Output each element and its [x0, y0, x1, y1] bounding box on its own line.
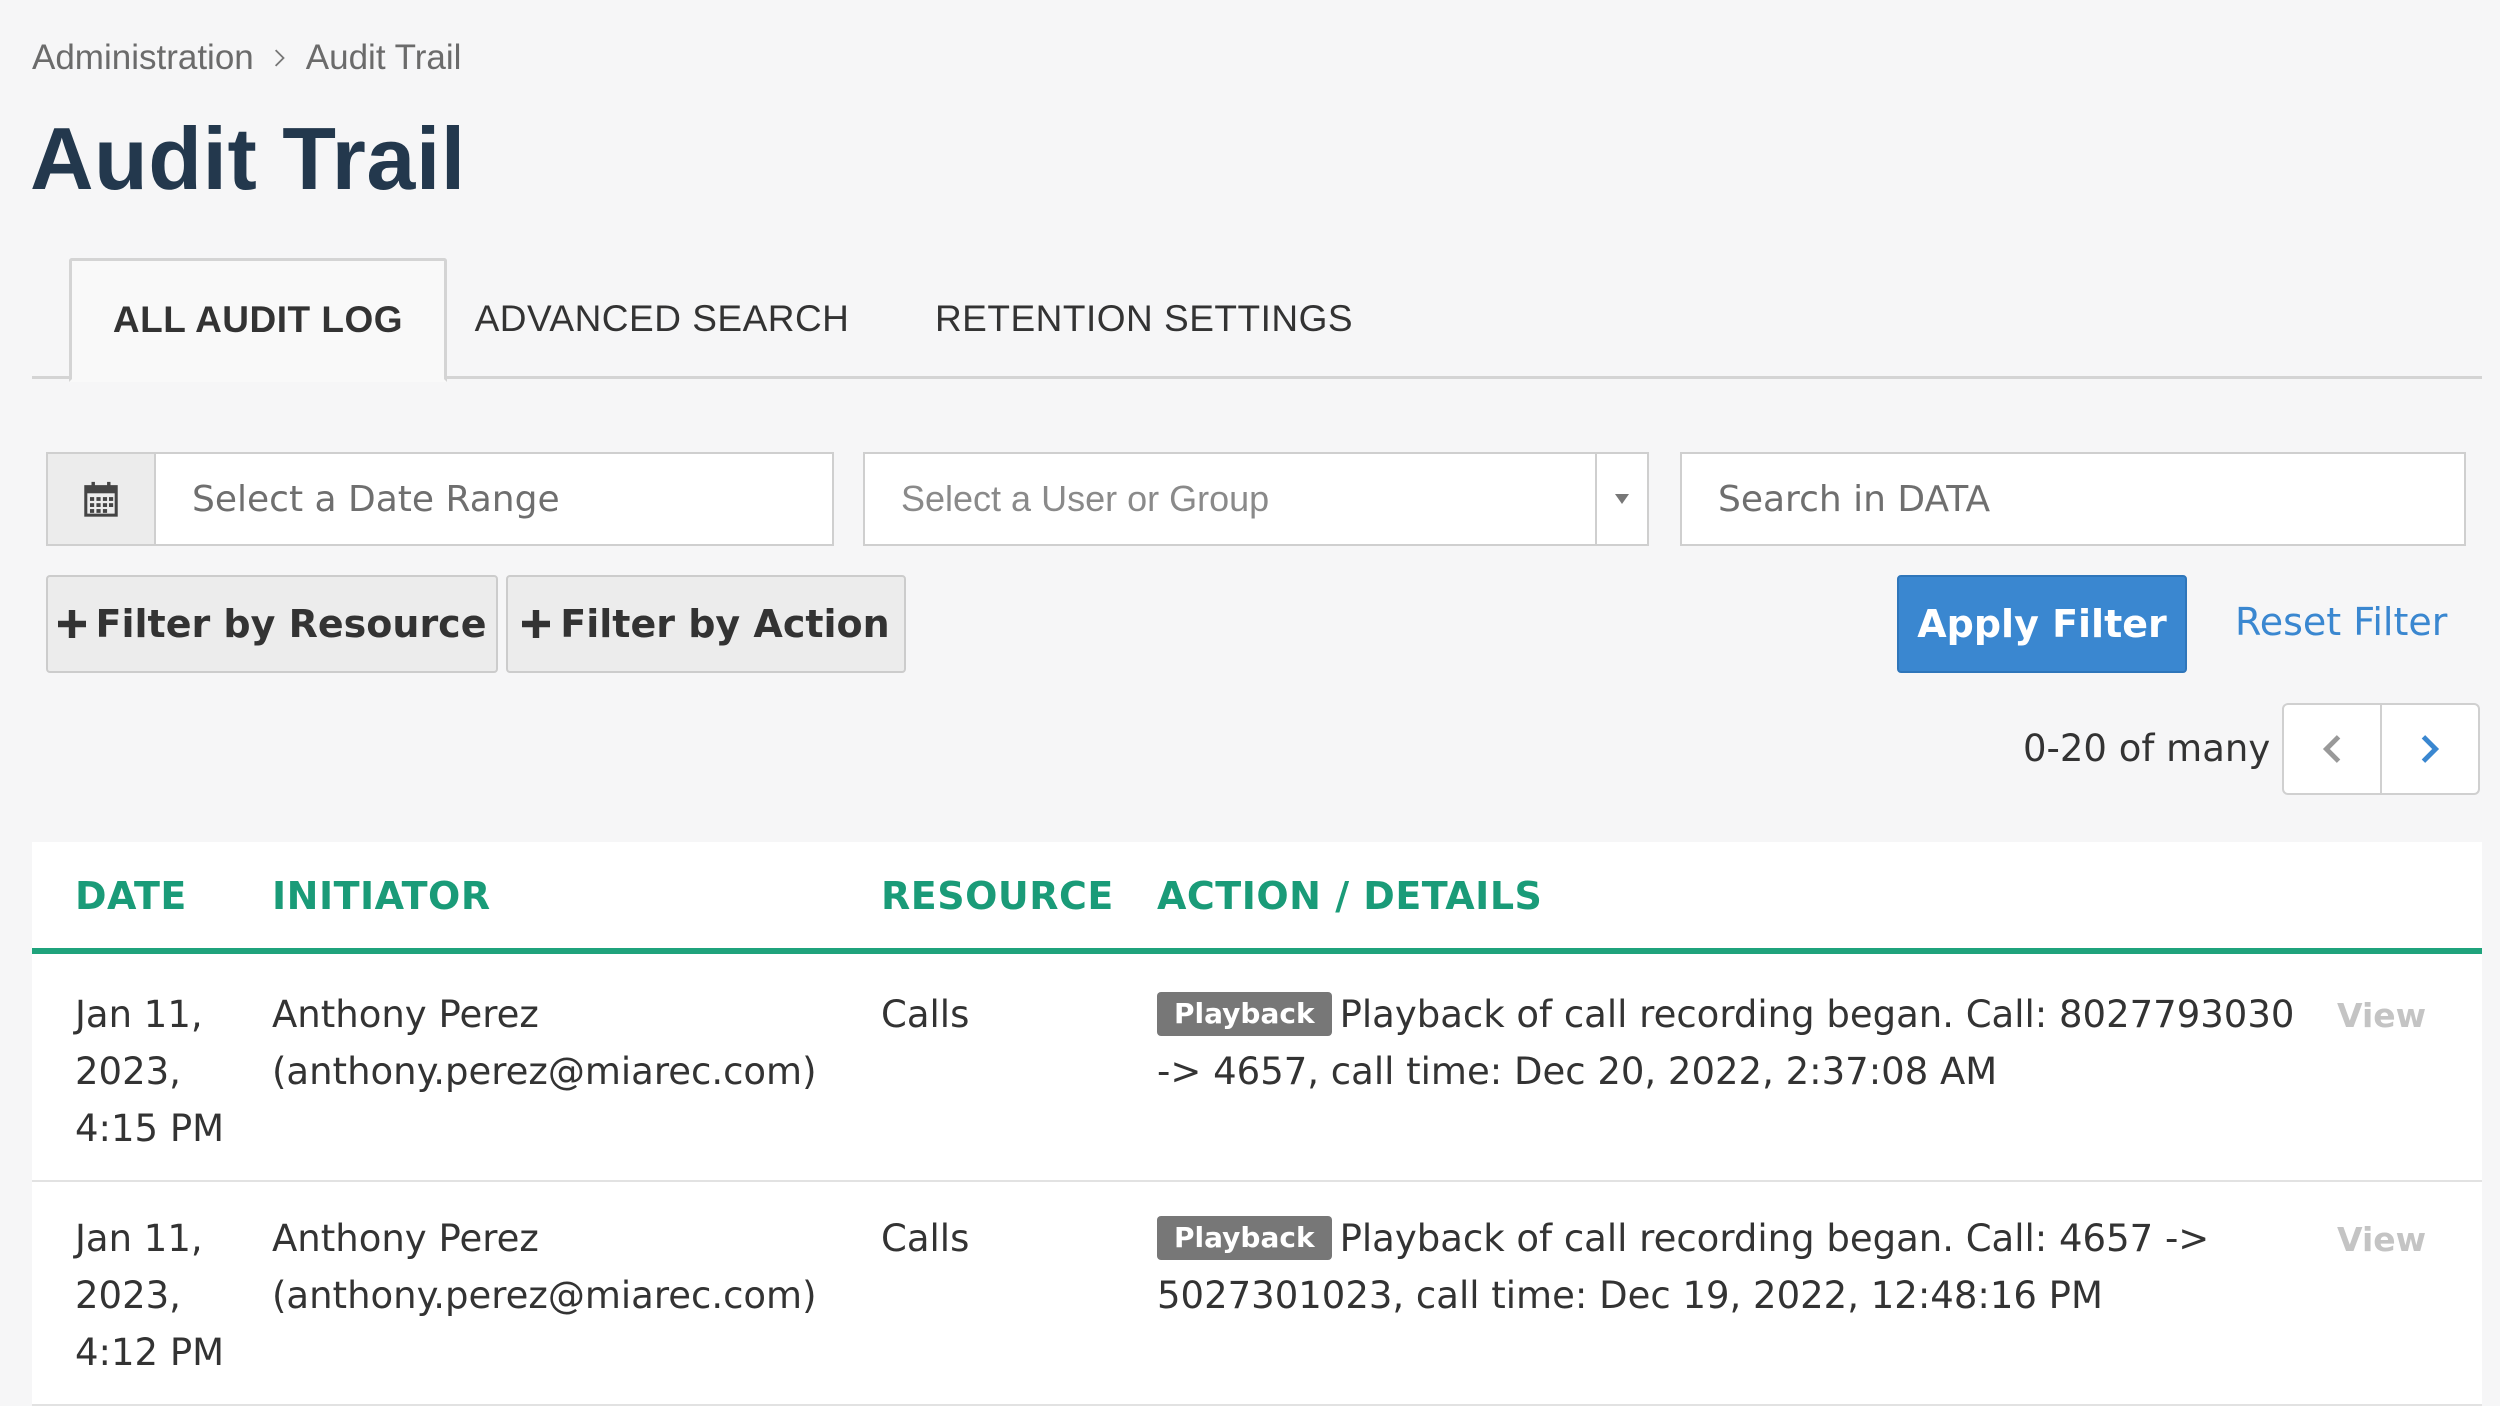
chevron-right-icon	[2421, 735, 2440, 763]
column-header-initiator[interactable]: INITIATOR	[272, 874, 491, 918]
page-title: Audit Trail	[30, 109, 466, 208]
action-badge: Playback	[1157, 1216, 1332, 1260]
chevron-right-icon	[274, 49, 285, 67]
user-group-placeholder: Select a User or Group	[901, 478, 1270, 519]
plus-icon	[57, 610, 86, 638]
view-link[interactable]: View	[2337, 1220, 2426, 1259]
date-range-input[interactable]	[156, 454, 832, 544]
row-resource: Calls	[881, 1217, 970, 1260]
next-page-button[interactable]	[2380, 705, 2478, 793]
tab-advanced-search[interactable]: ADVANCED SEARCH	[472, 258, 852, 379]
previous-page-button[interactable]	[2284, 705, 2380, 793]
row-resource: Calls	[881, 993, 970, 1036]
row-date: Jan 11, 2023, 4:12 PM	[75, 1217, 225, 1374]
filter-by-resource-button[interactable]: Filter by Resource	[46, 575, 498, 673]
table-row: Jan 11, 2023, 4:12 PM Anthony Perez (ant…	[32, 1184, 2482, 1406]
plus-icon	[522, 610, 551, 638]
row-initiator: Anthony Perez (anthony.perez@miarec.com)	[272, 993, 817, 1093]
row-date: Jan 11, 2023, 4:15 PM	[75, 993, 225, 1150]
pagination-controls	[2282, 703, 2480, 795]
reset-filter-link[interactable]: Reset Filter	[2235, 600, 2447, 644]
filter-by-resource-label: Filter by Resource	[95, 602, 487, 646]
view-link[interactable]: View	[2337, 996, 2426, 1035]
column-header-date[interactable]: DATE	[75, 874, 187, 918]
breadcrumb-parent-link[interactable]: Administration	[32, 38, 254, 78]
search-data-box	[1680, 452, 2466, 546]
calendar-icon	[84, 481, 118, 517]
pagination-status: 0-20 of many	[2023, 727, 2271, 770]
table-header: DATE INITIATOR RESOURCE ACTION / DETAILS	[32, 842, 2482, 954]
dropdown-toggle[interactable]	[1595, 454, 1647, 544]
tab-all-audit-log[interactable]: ALL AUDIT LOG	[69, 258, 447, 382]
tab-retention-settings[interactable]: RETENTION SETTINGS	[934, 258, 1354, 379]
search-data-input[interactable]	[1682, 454, 2464, 544]
table-row: Jan 11, 2023, 4:15 PM Anthony Perez (ant…	[32, 960, 2482, 1182]
action-badge: Playback	[1157, 992, 1332, 1036]
row-action-details: Playback Playback of call recording began…	[1157, 986, 2317, 1100]
tab-bar: ALL AUDIT LOG ADVANCED SEARCH RETENTION …	[32, 258, 2482, 382]
calendar-button[interactable]	[48, 454, 156, 544]
row-initiator: Anthony Perez (anthony.perez@miarec.com)	[272, 1217, 817, 1317]
apply-filter-button[interactable]: Apply Filter	[1897, 575, 2187, 673]
breadcrumb-current: Audit Trail	[305, 38, 462, 77]
date-range-picker	[46, 452, 834, 546]
chevron-left-icon	[2322, 735, 2341, 763]
breadcrumb: Administration Audit Trail	[32, 38, 461, 78]
filter-by-action-button[interactable]: Filter by Action	[506, 575, 906, 673]
caret-down-icon	[1615, 494, 1629, 504]
row-action-details: Playback Playback of call recording began…	[1157, 1210, 2317, 1324]
filter-by-action-label: Filter by Action	[560, 602, 890, 646]
audit-log-table: DATE INITIATOR RESOURCE ACTION / DETAILS…	[32, 842, 2482, 1406]
column-header-resource[interactable]: RESOURCE	[881, 874, 1114, 918]
user-group-select[interactable]: Select a User or Group	[863, 452, 1649, 546]
column-header-action-details[interactable]: ACTION / DETAILS	[1157, 874, 1542, 918]
